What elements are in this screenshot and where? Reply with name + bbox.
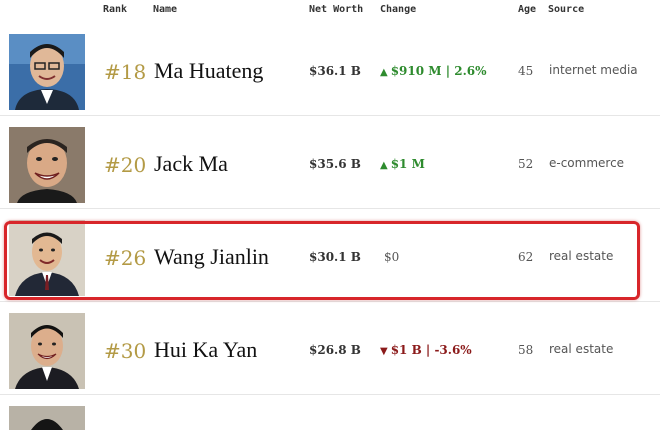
age: 62 bbox=[518, 250, 534, 264]
header-change[interactable]: Change bbox=[380, 4, 416, 15]
rank: #20 bbox=[104, 153, 147, 177]
rank: #18 bbox=[104, 60, 147, 84]
header-age[interactable]: Age bbox=[518, 4, 536, 15]
arrow-down-icon: ▼ bbox=[380, 346, 388, 357]
net-worth: $36.1 B bbox=[309, 64, 361, 78]
wealth-source: real estate bbox=[549, 342, 614, 356]
net-worth: $30.1 B bbox=[309, 250, 361, 264]
arrow-up-icon: ▲ bbox=[380, 160, 388, 171]
wealth-source: e-commerce bbox=[549, 156, 625, 170]
table-row[interactable]: #18 Ma Huateng $36.1 B ▲ $910 M | 2.6% 45… bbox=[0, 22, 660, 116]
header-source[interactable]: Source bbox=[548, 4, 584, 15]
header-name[interactable]: Name bbox=[153, 4, 177, 15]
table-row[interactable]: #30 Hui Ka Yan $26.8 B ▼ $1 B | -3.6% 58 … bbox=[0, 301, 660, 395]
header-net-worth[interactable]: Net Worth bbox=[309, 4, 363, 15]
person-photo bbox=[9, 34, 85, 110]
table-row[interactable]: #26 Wang Jianlin $30.1 B $0 62 real esta… bbox=[0, 208, 660, 302]
change-value: ▲ $1 M bbox=[380, 157, 425, 171]
change-value: $0 bbox=[384, 250, 400, 264]
rank: #30 bbox=[104, 339, 147, 363]
change-value: ▲ $910 M | 2.6% bbox=[380, 64, 487, 78]
person-name[interactable]: Jack Ma bbox=[154, 151, 228, 177]
table-header: Rank Name Net Worth Change Age Source bbox=[0, 0, 660, 22]
person-photo bbox=[9, 406, 85, 430]
rank: #26 bbox=[104, 246, 147, 270]
person-photo bbox=[9, 127, 85, 203]
net-worth: $35.6 B bbox=[309, 157, 361, 171]
person-photo bbox=[9, 220, 85, 296]
person-name[interactable]: Wang Jianlin bbox=[154, 244, 269, 270]
change-value: ▼ $1 B | -3.6% bbox=[380, 343, 472, 357]
person-name[interactable]: Ma Huateng bbox=[154, 58, 263, 84]
wealth-source: internet media bbox=[549, 63, 638, 77]
age: 52 bbox=[518, 157, 534, 171]
net-worth: $26.8 B bbox=[309, 343, 361, 357]
header-rank[interactable]: Rank bbox=[103, 4, 127, 15]
table-row[interactable] bbox=[0, 394, 660, 430]
person-photo bbox=[9, 313, 85, 389]
person-name[interactable]: Hui Ka Yan bbox=[154, 337, 257, 363]
table-row[interactable]: #20 Jack Ma $35.6 B ▲ $1 M 52 e-commerce bbox=[0, 115, 660, 209]
age: 45 bbox=[518, 64, 534, 78]
age: 58 bbox=[518, 343, 534, 357]
arrow-up-icon: ▲ bbox=[380, 67, 388, 78]
wealth-source: real estate bbox=[549, 249, 614, 263]
